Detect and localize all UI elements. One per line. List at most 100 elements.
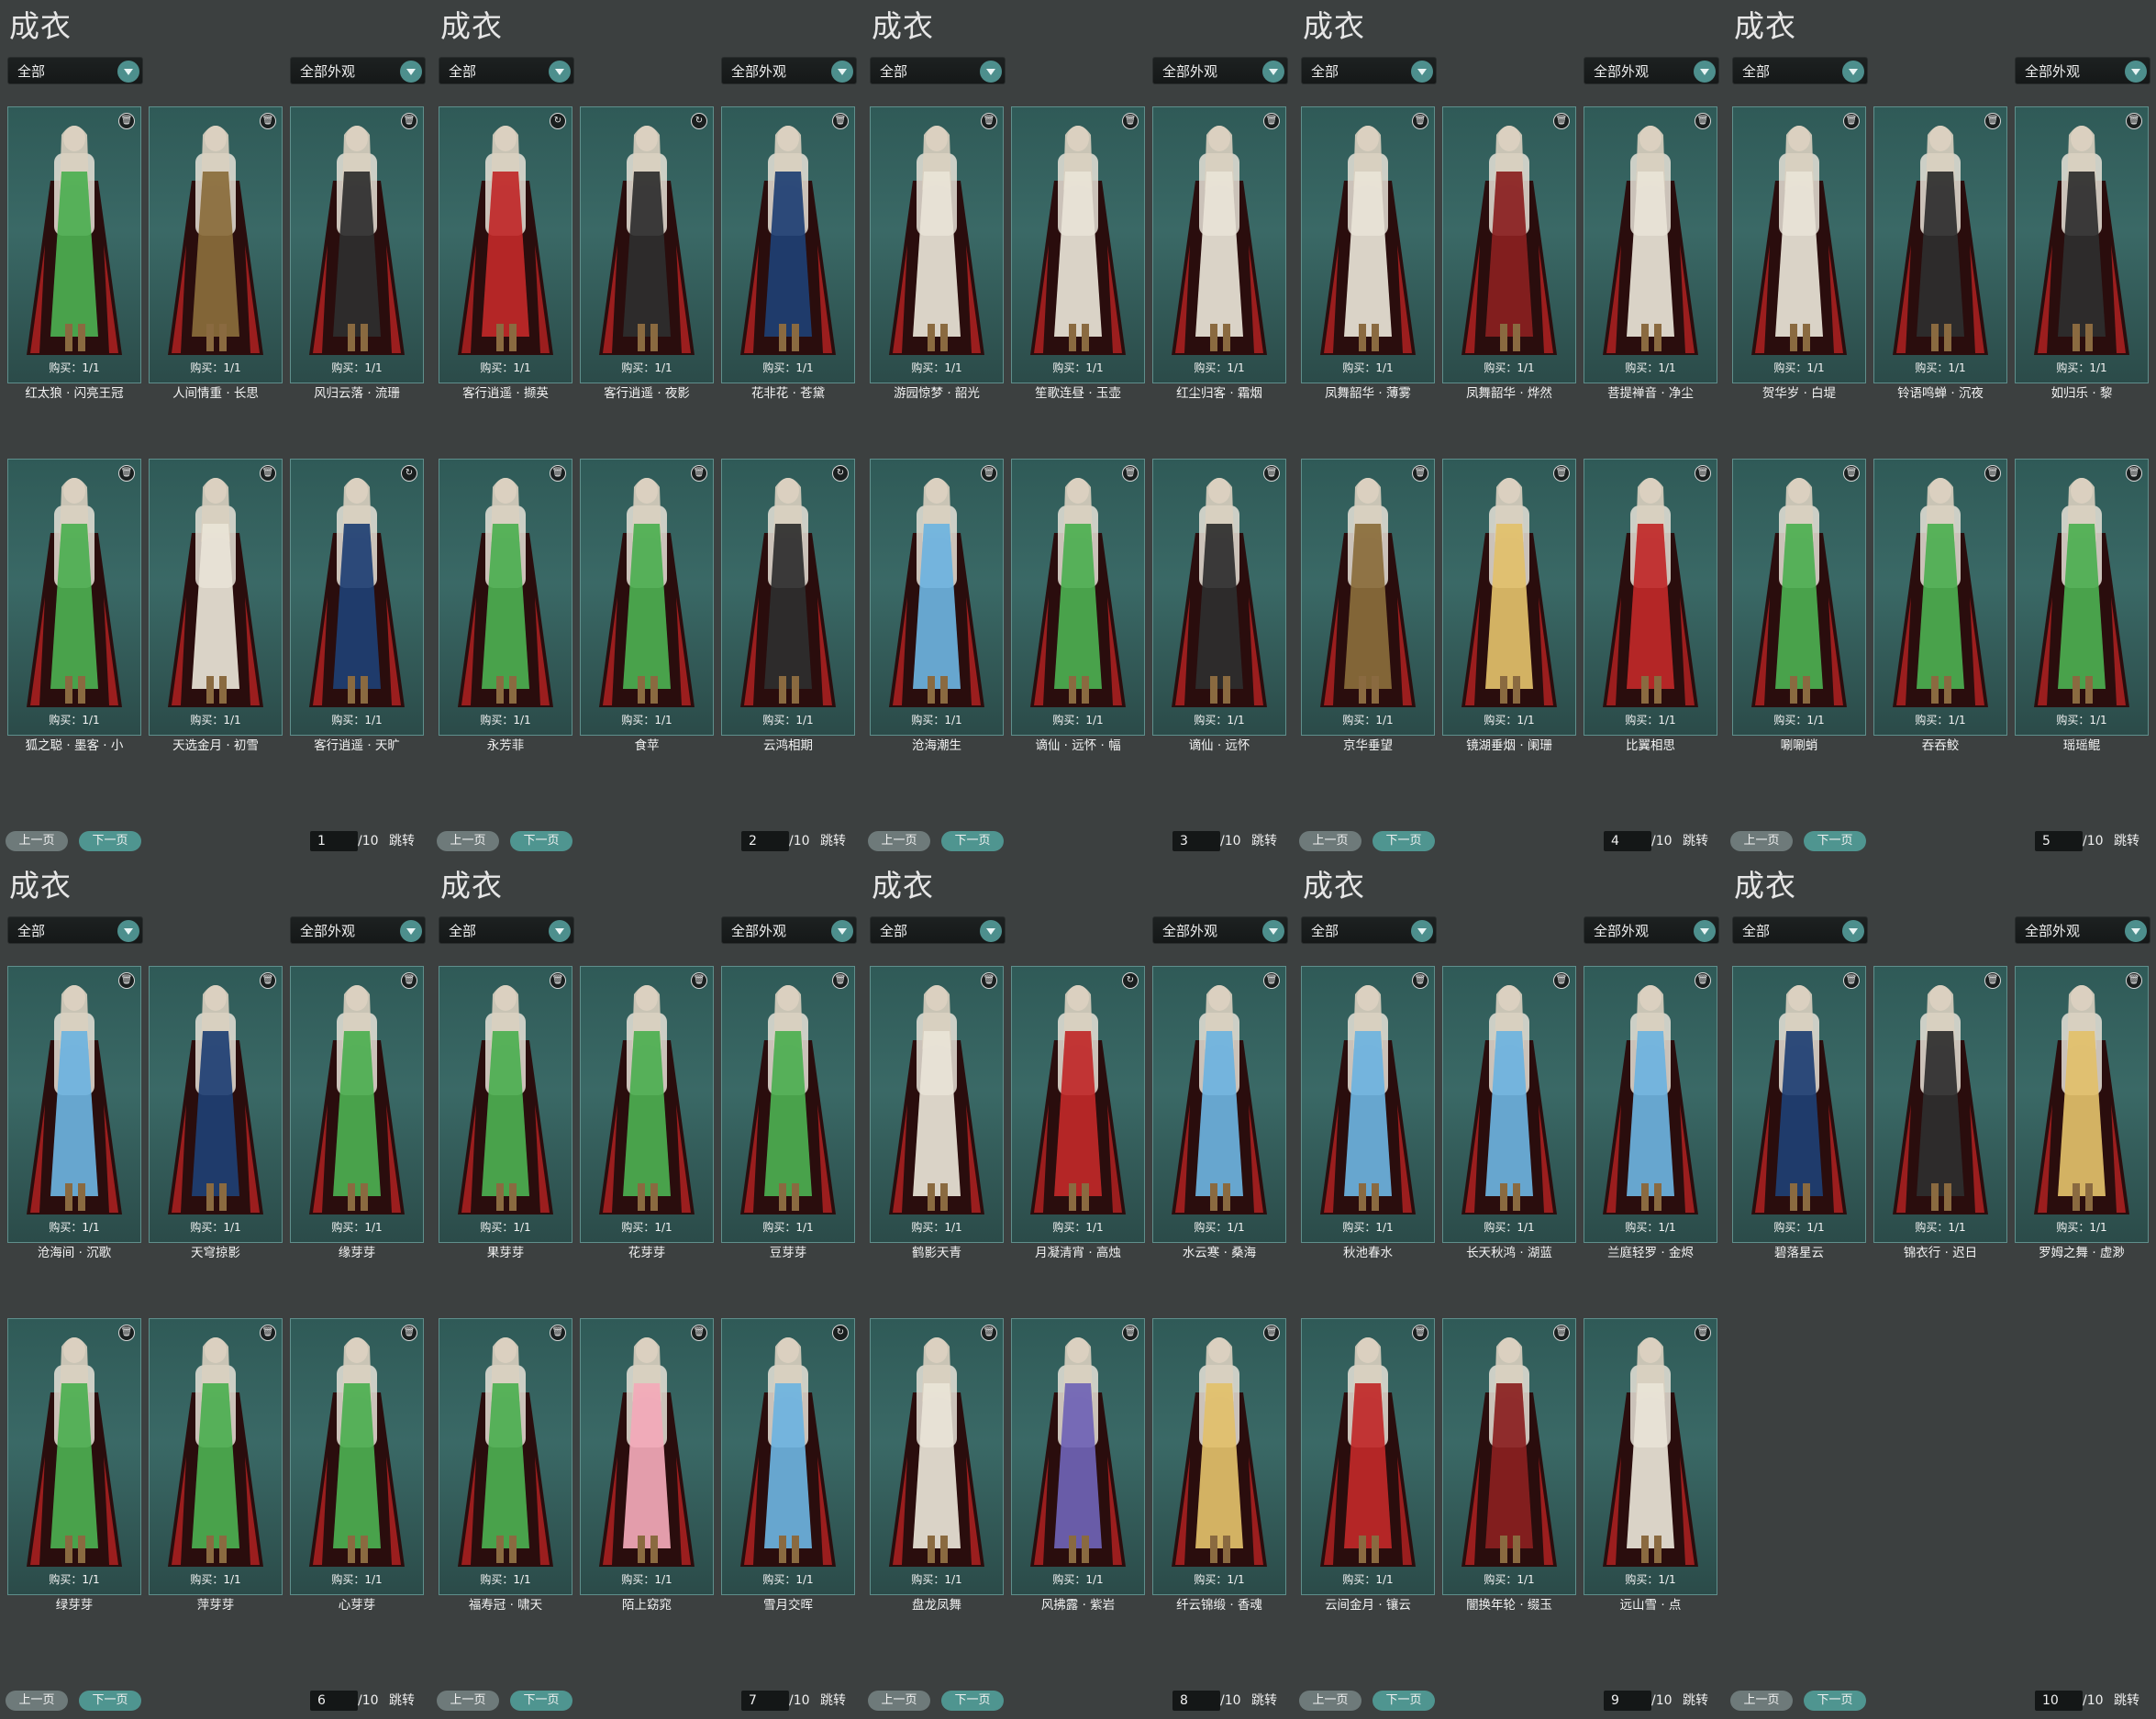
outfit-card[interactable]: 🗑 购买：1/1	[149, 966, 283, 1243]
appearance-filter-dropdown[interactable]: 全部外观	[1152, 57, 1288, 84]
trash-icon[interactable]: 🗑	[1843, 972, 1860, 989]
trash-icon[interactable]: 🗑	[691, 972, 707, 989]
outfit-card[interactable]: 🗑 购买：1/1	[1732, 966, 1866, 1243]
trash-icon[interactable]: 🗑	[981, 972, 997, 989]
outfit-card[interactable]: 🗑 购买：1/1	[1584, 966, 1717, 1243]
jump-button[interactable]: 跳转	[1683, 831, 1708, 851]
category-filter-dropdown[interactable]: 全部	[439, 57, 574, 84]
appearance-filter-dropdown[interactable]: 全部外观	[1584, 57, 1719, 84]
chevron-down-icon[interactable]	[549, 61, 571, 83]
trash-icon[interactable]: 🗑	[1984, 972, 2001, 989]
chevron-down-icon[interactable]	[1842, 61, 1864, 83]
outfit-card[interactable]: 🗑 购买：1/1	[1011, 106, 1145, 383]
outfit-card[interactable]: ↻ 购买：1/1	[439, 106, 572, 383]
chevron-down-icon[interactable]	[1262, 920, 1284, 942]
next-page-button[interactable]: 下一页	[79, 1691, 141, 1711]
next-page-button[interactable]: 下一页	[1373, 1691, 1435, 1711]
next-page-button[interactable]: 下一页	[1804, 1691, 1866, 1711]
outfit-card[interactable]: 🗑 购买：1/1	[1152, 966, 1286, 1243]
cycle-icon[interactable]: ↻	[401, 465, 417, 482]
prev-page-button[interactable]: 上一页	[6, 1691, 68, 1711]
outfit-card[interactable]: 🗑 购买：1/1	[721, 106, 855, 383]
trash-icon[interactable]: 🗑	[1553, 1325, 1570, 1341]
page-number-input[interactable]: 9	[1604, 1691, 1651, 1711]
appearance-filter-dropdown[interactable]: 全部外观	[721, 916, 857, 944]
trash-icon[interactable]: 🗑	[832, 972, 849, 989]
chevron-down-icon[interactable]	[1694, 920, 1716, 942]
page-number-input[interactable]: 6	[310, 1691, 358, 1711]
chevron-down-icon[interactable]	[117, 61, 139, 83]
trash-icon[interactable]: 🗑	[1263, 465, 1280, 482]
trash-icon[interactable]: 🗑	[1843, 465, 1860, 482]
trash-icon[interactable]: 🗑	[1263, 972, 1280, 989]
trash-icon[interactable]: 🗑	[118, 1325, 135, 1341]
cycle-icon[interactable]: ↻	[691, 113, 707, 129]
chevron-down-icon[interactable]	[1842, 920, 1864, 942]
outfit-card[interactable]: 🗑 购买：1/1	[1873, 459, 2007, 736]
outfit-card[interactable]: 🗑 购买：1/1	[439, 1318, 572, 1595]
page-number-input[interactable]: 8	[1172, 1691, 1220, 1711]
trash-icon[interactable]: 🗑	[260, 972, 276, 989]
next-page-button[interactable]: 下一页	[510, 831, 572, 851]
outfit-card[interactable]: ↻ 购买：1/1	[1011, 966, 1145, 1243]
appearance-filter-dropdown[interactable]: 全部外观	[290, 916, 426, 944]
outfit-card[interactable]: 🗑 购买：1/1	[1873, 106, 2007, 383]
outfit-card[interactable]: 🗑 购买：1/1	[1011, 459, 1145, 736]
jump-button[interactable]: 跳转	[389, 1691, 415, 1711]
prev-page-button[interactable]: 上一页	[1299, 831, 1361, 851]
category-filter-dropdown[interactable]: 全部	[1301, 57, 1437, 84]
trash-icon[interactable]: 🗑	[2126, 972, 2142, 989]
outfit-card[interactable]: 🗑 购买：1/1	[580, 966, 714, 1243]
cycle-icon[interactable]: ↻	[832, 1325, 849, 1341]
outfit-card[interactable]: 🗑 购买：1/1	[7, 966, 141, 1243]
outfit-card[interactable]: 🗑 购买：1/1	[1152, 106, 1286, 383]
chevron-down-icon[interactable]	[117, 920, 139, 942]
outfit-card[interactable]: 🗑 购买：1/1	[1442, 106, 1576, 383]
outfit-card[interactable]: 🗑 购买：1/1	[1584, 106, 1717, 383]
outfit-card[interactable]: 🗑 购买：1/1	[870, 1318, 1004, 1595]
outfit-card[interactable]: 🗑 购买：1/1	[1152, 459, 1286, 736]
cycle-icon[interactable]: ↻	[550, 113, 566, 129]
trash-icon[interactable]: 🗑	[1412, 1325, 1428, 1341]
cycle-icon[interactable]: ↻	[1122, 972, 1139, 989]
outfit-card[interactable]: 🗑 购买：1/1	[1584, 459, 1717, 736]
outfit-card[interactable]: 🗑 购买：1/1	[2015, 106, 2149, 383]
outfit-card[interactable]: 🗑 购买：1/1	[1011, 1318, 1145, 1595]
trash-icon[interactable]: 🗑	[691, 1325, 707, 1341]
prev-page-button[interactable]: 上一页	[1299, 1691, 1361, 1711]
category-filter-dropdown[interactable]: 全部	[870, 916, 1006, 944]
outfit-card[interactable]: 🗑 购买：1/1	[1152, 1318, 1286, 1595]
chevron-down-icon[interactable]	[980, 61, 1002, 83]
appearance-filter-dropdown[interactable]: 全部外观	[721, 57, 857, 84]
trash-icon[interactable]: 🗑	[1122, 113, 1139, 129]
trash-icon[interactable]: 🗑	[1263, 113, 1280, 129]
outfit-card[interactable]: 🗑 购买：1/1	[1732, 106, 1866, 383]
next-page-button[interactable]: 下一页	[79, 831, 141, 851]
trash-icon[interactable]: 🗑	[1553, 113, 1570, 129]
outfit-card[interactable]: 🗑 购买：1/1	[290, 966, 424, 1243]
outfit-card[interactable]: ↻ 购买：1/1	[721, 459, 855, 736]
appearance-filter-dropdown[interactable]: 全部外观	[1152, 916, 1288, 944]
trash-icon[interactable]: 🗑	[118, 113, 135, 129]
outfit-card[interactable]: 🗑 购买：1/1	[7, 459, 141, 736]
category-filter-dropdown[interactable]: 全部	[1732, 916, 1868, 944]
trash-icon[interactable]: 🗑	[1553, 465, 1570, 482]
chevron-down-icon[interactable]	[549, 920, 571, 942]
jump-button[interactable]: 跳转	[2114, 1691, 2139, 1711]
category-filter-dropdown[interactable]: 全部	[1732, 57, 1868, 84]
chevron-down-icon[interactable]	[831, 61, 853, 83]
next-page-button[interactable]: 下一页	[941, 1691, 1004, 1711]
outfit-card[interactable]: 🗑 购买：1/1	[1442, 966, 1576, 1243]
outfit-card[interactable]: 🗑 购买：1/1	[870, 966, 1004, 1243]
chevron-down-icon[interactable]	[1411, 920, 1433, 942]
trash-icon[interactable]: 🗑	[550, 1325, 566, 1341]
trash-icon[interactable]: 🗑	[260, 1325, 276, 1341]
appearance-filter-dropdown[interactable]: 全部外观	[290, 57, 426, 84]
outfit-card[interactable]: 🗑 购买：1/1	[1301, 459, 1435, 736]
outfit-card[interactable]: 🗑 购买：1/1	[290, 1318, 424, 1595]
trash-icon[interactable]: 🗑	[1412, 113, 1428, 129]
prev-page-button[interactable]: 上一页	[6, 831, 68, 851]
next-page-button[interactable]: 下一页	[941, 831, 1004, 851]
trash-icon[interactable]: 🗑	[1122, 1325, 1139, 1341]
outfit-card[interactable]: 🗑 购买：1/1	[1442, 1318, 1576, 1595]
